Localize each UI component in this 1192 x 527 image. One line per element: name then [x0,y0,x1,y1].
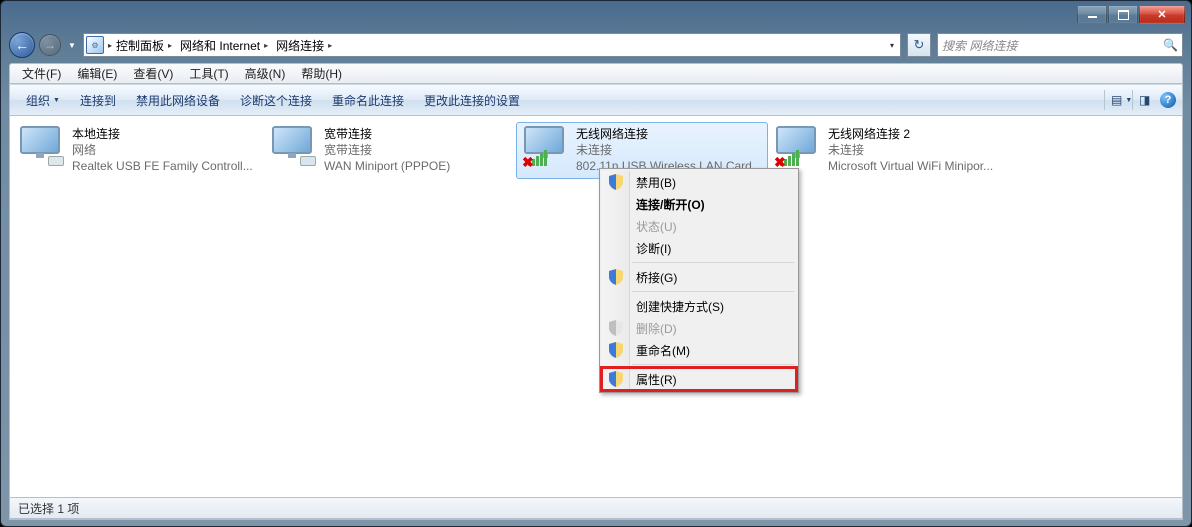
connection-icon [270,126,318,168]
ctx-disable[interactable]: 禁用(B) [602,171,796,193]
address-dropdown[interactable]: ▾ [886,41,898,50]
location-icon: ⚙ [86,36,104,54]
connection-status: 网络 [72,142,253,158]
search-placeholder: 搜索 网络连接 [942,37,1017,54]
disconnected-icon: ✖ [774,154,788,168]
connect-to-button[interactable]: 连接到 [70,92,126,109]
ctx-shortcut[interactable]: 创建快捷方式(S) [602,295,796,317]
menu-advanced[interactable]: 高级(N) [237,65,294,82]
connection-title: 本地连接 [72,126,253,142]
address-bar[interactable]: ⚙ ▸ 控制面板 ▸ 网络和 Internet ▸ 网络连接 ▸ ▾ [83,33,901,57]
connection-device: Microsoft Virtual WiFi Minipor... [828,158,993,174]
shield-icon [609,320,623,336]
separator [632,364,794,365]
menu-tools[interactable]: 工具(T) [181,65,236,82]
connection-item[interactable]: 宽带连接宽带连接WAN Miniport (PPPOE) [264,122,516,179]
nav-history-dropdown[interactable]: ▼ [65,35,79,55]
ctx-properties[interactable]: 属性(R) [602,368,796,390]
ctx-diagnose[interactable]: 诊断(I) [602,237,796,259]
diagnose-button[interactable]: 诊断这个连接 [230,92,322,109]
ctx-rename[interactable]: 重命名(M) [602,339,796,361]
connection-icon [18,126,66,168]
search-icon[interactable]: 🔍 [1163,38,1178,52]
help-icon[interactable]: ? [1160,92,1176,108]
connection-title: 宽带连接 [324,126,450,142]
separator [632,262,794,263]
connection-title: 无线网络连接 [576,126,752,142]
explorer-window: ← → ▼ ⚙ ▸ 控制面板 ▸ 网络和 Internet ▸ 网络连接 ▸ ▾… [0,0,1192,527]
shield-icon [609,269,623,285]
status-bar: 已选择 1 项 [9,497,1183,519]
connection-title: 无线网络连接 2 [828,126,993,142]
ctx-status: 状态(U) [602,215,796,237]
menu-view[interactable]: 查看(V) [125,65,181,82]
status-text: 已选择 1 项 [18,500,79,517]
connection-status: 未连接 [828,142,993,158]
rename-button[interactable]: 重命名此连接 [322,92,414,109]
shield-icon [609,174,623,190]
connection-item[interactable]: ✖ 无线网络连接 2未连接Microsoft Virtual WiFi Minip… [768,122,1020,179]
preview-pane-button[interactable]: ◨ [1132,90,1154,110]
ctx-delete: 删除(D) [602,317,796,339]
shield-icon [609,342,623,358]
nav-bar: ← → ▼ ⚙ ▸ 控制面板 ▸ 网络和 Internet ▸ 网络连接 ▸ ▾… [9,29,1183,61]
connection-icon: ✖ [774,126,822,168]
breadcrumb-item[interactable]: 控制面板 ▸ [112,37,176,54]
breadcrumb-item[interactable]: 网络连接 ▸ [272,37,336,54]
connection-device: WAN Miniport (PPPOE) [324,158,450,174]
menu-file[interactable]: 文件(F) [14,65,69,82]
view-options-button[interactable]: ▤ ▼ [1104,90,1126,110]
disconnected-icon: ✖ [522,154,536,168]
close-button[interactable] [1139,6,1185,24]
connection-item[interactable]: 本地连接网络Realtek USB FE Family Controll... [12,122,264,179]
separator [632,291,794,292]
connection-status: 未连接 [576,142,752,158]
shield-icon [609,371,623,387]
maximize-button[interactable] [1108,6,1138,24]
search-input[interactable]: 搜索 网络连接 🔍 [937,33,1183,57]
context-menu: 禁用(B) 连接/断开(O) 状态(U) 诊断(I) 桥接(G) 创建快捷方式(… [599,168,799,393]
ctx-connect[interactable]: 连接/断开(O) [602,193,796,215]
connection-status: 宽带连接 [324,142,450,158]
menu-bar: 文件(F) 编辑(E) 查看(V) 工具(T) 高级(N) 帮助(H) [9,63,1183,84]
connection-text: 宽带连接宽带连接WAN Miniport (PPPOE) [324,126,450,175]
change-settings-button[interactable]: 更改此连接的设置 [414,92,530,109]
ctx-bridge[interactable]: 桥接(G) [602,266,796,288]
connection-text: 无线网络连接 2未连接Microsoft Virtual WiFi Minipo… [828,126,993,175]
command-bar: 组织▼ 连接到 禁用此网络设备 诊断这个连接 重命名此连接 更改此连接的设置 ▤… [9,84,1183,116]
connection-text: 本地连接网络Realtek USB FE Family Controll... [72,126,253,175]
menu-edit[interactable]: 编辑(E) [69,65,125,82]
breadcrumb-item[interactable]: 网络和 Internet ▸ [176,37,272,54]
connection-icon: ✖ [522,126,570,168]
disable-device-button[interactable]: 禁用此网络设备 [126,92,230,109]
title-bar [1,1,1191,29]
minimize-button[interactable] [1077,6,1107,24]
forward-button[interactable]: → [39,34,61,56]
refresh-button[interactable]: ↻ [907,33,931,57]
back-button[interactable]: ← [9,32,35,58]
organize-button[interactable]: 组织▼ [16,92,70,109]
content-pane: 本地连接网络Realtek USB FE Family Controll... 宽… [9,116,1183,520]
connection-device: Realtek USB FE Family Controll... [72,158,253,174]
menu-help[interactable]: 帮助(H) [293,65,350,82]
